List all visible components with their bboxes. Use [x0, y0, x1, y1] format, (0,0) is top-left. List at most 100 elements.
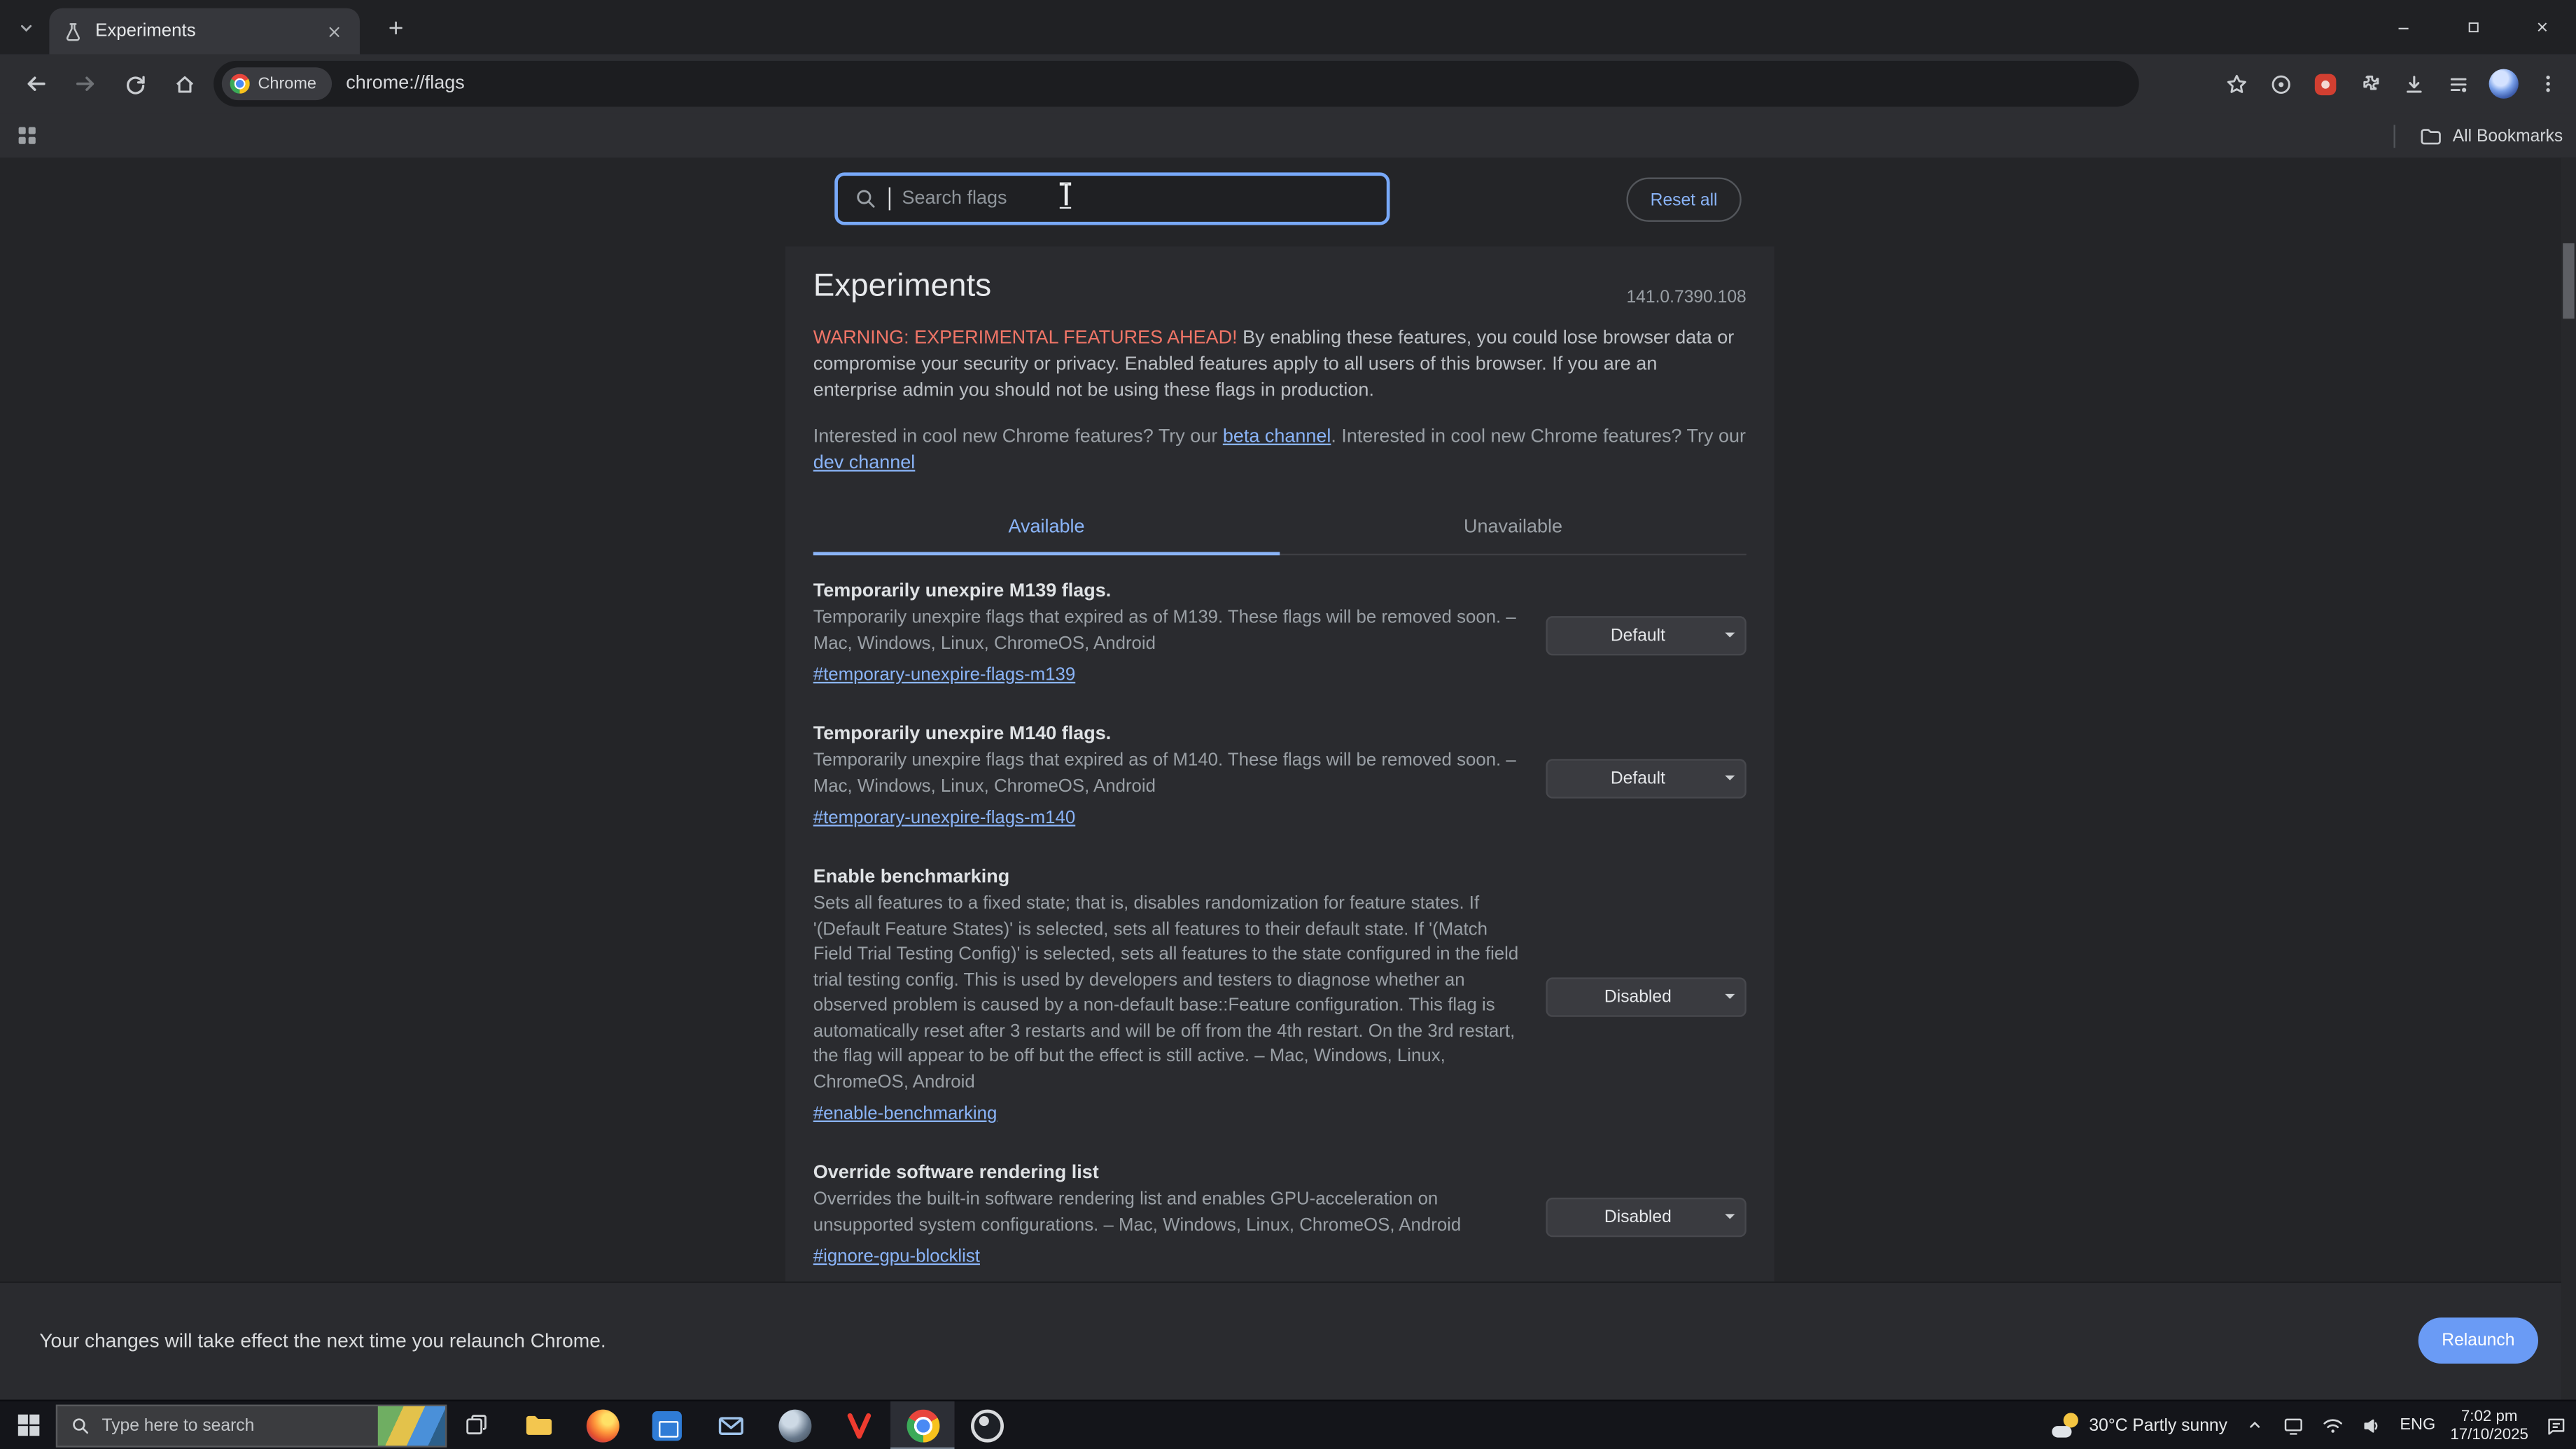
extension-red-icon[interactable]: [2303, 61, 2347, 107]
page-title: Experiments: [813, 246, 1746, 305]
flag-row: Temporarily unexpire M140 flags. Tempora…: [813, 724, 1746, 832]
task-view-button[interactable]: [447, 1401, 505, 1449]
tab-unavailable[interactable]: Unavailable: [1280, 499, 1746, 553]
action-center-icon[interactable]: [2543, 1413, 2568, 1437]
windows-logo-icon: [18, 1415, 39, 1436]
divider: [2393, 124, 2395, 147]
flag-select-wrap: Disabled: [1546, 977, 1746, 1016]
maximize-button[interactable]: [2438, 0, 2507, 54]
clock-date: 17/10/2025: [2450, 1425, 2528, 1443]
extension-circle-icon[interactable]: [2259, 61, 2303, 107]
tab-search-chevron-icon[interactable]: [10, 11, 43, 44]
reset-all-button[interactable]: Reset all: [1626, 177, 1741, 221]
show-hidden-icons-chevron[interactable]: [2242, 1413, 2267, 1437]
back-button[interactable]: [13, 61, 59, 107]
weather-label: 30°C Partly sunny: [2089, 1415, 2227, 1435]
scrollbar-thumb[interactable]: [2563, 243, 2574, 318]
bookmark-star-icon[interactable]: [2215, 61, 2259, 107]
window-controls: [2369, 0, 2576, 54]
flag-description: Overrides the built-in software renderin…: [813, 1188, 1530, 1239]
experimental-warning: WARNING: EXPERIMENTAL FEATURES AHEAD! By…: [813, 326, 1746, 405]
taskbar-app-vivaldi[interactable]: [827, 1401, 891, 1449]
flag-row: Temporarily unexpire M139 flags. Tempora…: [813, 582, 1746, 689]
taskbar-app-chrome[interactable]: [890, 1401, 955, 1449]
reload-button[interactable]: [112, 61, 158, 107]
flag-permalink[interactable]: #enable-benchmarking: [813, 1104, 997, 1124]
channel-promo: Interested in cool new Chrome features? …: [813, 424, 1746, 477]
taskbar-app-obs[interactable]: [955, 1401, 1019, 1449]
flag-title: Enable benchmarking: [813, 867, 1530, 887]
tab-strip: Experiments: [0, 0, 2576, 54]
partly-sunny-icon: [2051, 1413, 2079, 1437]
flag-permalink[interactable]: #ignore-gpu-blocklist: [813, 1247, 980, 1266]
flag-title: Temporarily unexpire M140 flags.: [813, 724, 1530, 744]
relaunch-button[interactable]: Relaunch: [2418, 1317, 2538, 1364]
media-queue-icon[interactable]: [2437, 61, 2481, 107]
flag-row: Enable benchmarking Sets all features to…: [813, 867, 1746, 1127]
taskbar-app-firefox[interactable]: [570, 1401, 634, 1449]
flag-select[interactable]: Default: [1546, 615, 1746, 654]
network-icon[interactable]: [2321, 1413, 2346, 1437]
flag-permalink[interactable]: #temporary-unexpire-flags-m139: [813, 666, 1076, 685]
apps-grid-icon[interactable]: [15, 123, 39, 148]
flag-title: Temporarily unexpire M139 flags.: [813, 582, 1530, 601]
flag-select-wrap: Default: [1546, 615, 1746, 654]
dev-channel-link[interactable]: dev channel: [813, 454, 916, 473]
search-flags-input[interactable]: [902, 189, 1370, 209]
browser-tab[interactable]: Experiments: [49, 8, 360, 55]
taskbar-app-file-explorer[interactable]: [506, 1401, 570, 1449]
device-icon[interactable]: [2281, 1413, 2306, 1437]
volume-icon[interactable]: [2360, 1413, 2385, 1437]
tab-available[interactable]: Available: [813, 499, 1280, 553]
tab-close-icon[interactable]: [321, 18, 347, 45]
flags-page: Reset all Experiments 141.0.7390.108 WAR…: [0, 158, 2576, 1281]
taskbar-search-input[interactable]: [102, 1415, 370, 1435]
input-language[interactable]: ENG: [2400, 1416, 2435, 1434]
page-scrollbar[interactable]: [2561, 158, 2576, 1399]
profile-avatar[interactable]: [2481, 61, 2525, 107]
clock[interactable]: 7:02 pm 17/10/2025: [2450, 1407, 2528, 1443]
taskbar-search-box[interactable]: [56, 1404, 447, 1446]
flag-select[interactable]: Disabled: [1546, 1197, 1746, 1236]
promo-text: . Interested in cool new Chrome features…: [1331, 427, 1746, 447]
downloads-icon[interactable]: [2392, 61, 2436, 107]
relaunch-message: Your changes will take effect the next t…: [39, 1329, 606, 1352]
flag-select[interactable]: Disabled: [1546, 977, 1746, 1016]
flags-container: Experiments 141.0.7390.108 WARNING: EXPE…: [785, 246, 1774, 1282]
flag-select-wrap: Default: [1546, 758, 1746, 797]
all-bookmarks-button[interactable]: All Bookmarks: [2393, 113, 2563, 158]
flag-permalink[interactable]: #temporary-unexpire-flags-m140: [813, 808, 1076, 828]
clock-time: 7:02 pm: [2450, 1407, 2528, 1425]
flag-description: Temporarily unexpire flags that expired …: [813, 606, 1530, 657]
chrome-site-chip[interactable]: Chrome: [222, 67, 331, 100]
extensions-puzzle-icon[interactable]: [2348, 61, 2392, 107]
flag-row: Override software rendering list Overrid…: [813, 1163, 1746, 1270]
tab-title: Experiments: [95, 22, 309, 41]
flag-select[interactable]: Default: [1546, 758, 1746, 797]
search-daily-image[interactable]: [378, 1406, 445, 1445]
home-button[interactable]: [161, 61, 207, 107]
close-window-button[interactable]: [2507, 0, 2576, 54]
promo-text: Interested in cool new Chrome features? …: [813, 427, 1223, 447]
beta-channel-link[interactable]: beta channel: [1223, 427, 1331, 447]
start-button[interactable]: [0, 1401, 56, 1449]
search-icon: [71, 1415, 90, 1435]
chip-label: Chrome: [258, 75, 316, 93]
flags-tabs: Available Unavailable: [813, 499, 1746, 555]
address-bar[interactable]: Chrome chrome://flags: [214, 61, 2139, 107]
minimize-button[interactable]: [2369, 0, 2438, 54]
folder-icon: [2418, 124, 2441, 147]
forward-button[interactable]: [62, 61, 108, 107]
flag-title: Override software rendering list: [813, 1163, 1530, 1183]
flag-description: Sets all features to a fixed state; that…: [813, 892, 1530, 1096]
menu-dots-icon[interactable]: [2525, 61, 2569, 107]
taskbar-app-mail[interactable]: [698, 1401, 762, 1449]
taskbar-app-steam[interactable]: [762, 1401, 827, 1449]
windows-taskbar: 30°C Partly sunny ENG 7:02 pm 17/10/2025: [0, 1400, 2576, 1449]
weather-widget[interactable]: 30°C Partly sunny: [2051, 1413, 2227, 1437]
flask-favicon-icon: [62, 20, 84, 42]
new-tab-button[interactable]: [378, 10, 414, 46]
taskbar-app-store[interactable]: [634, 1401, 699, 1449]
search-flags-box[interactable]: [834, 172, 1390, 225]
url-text: chrome://flags: [346, 74, 465, 94]
